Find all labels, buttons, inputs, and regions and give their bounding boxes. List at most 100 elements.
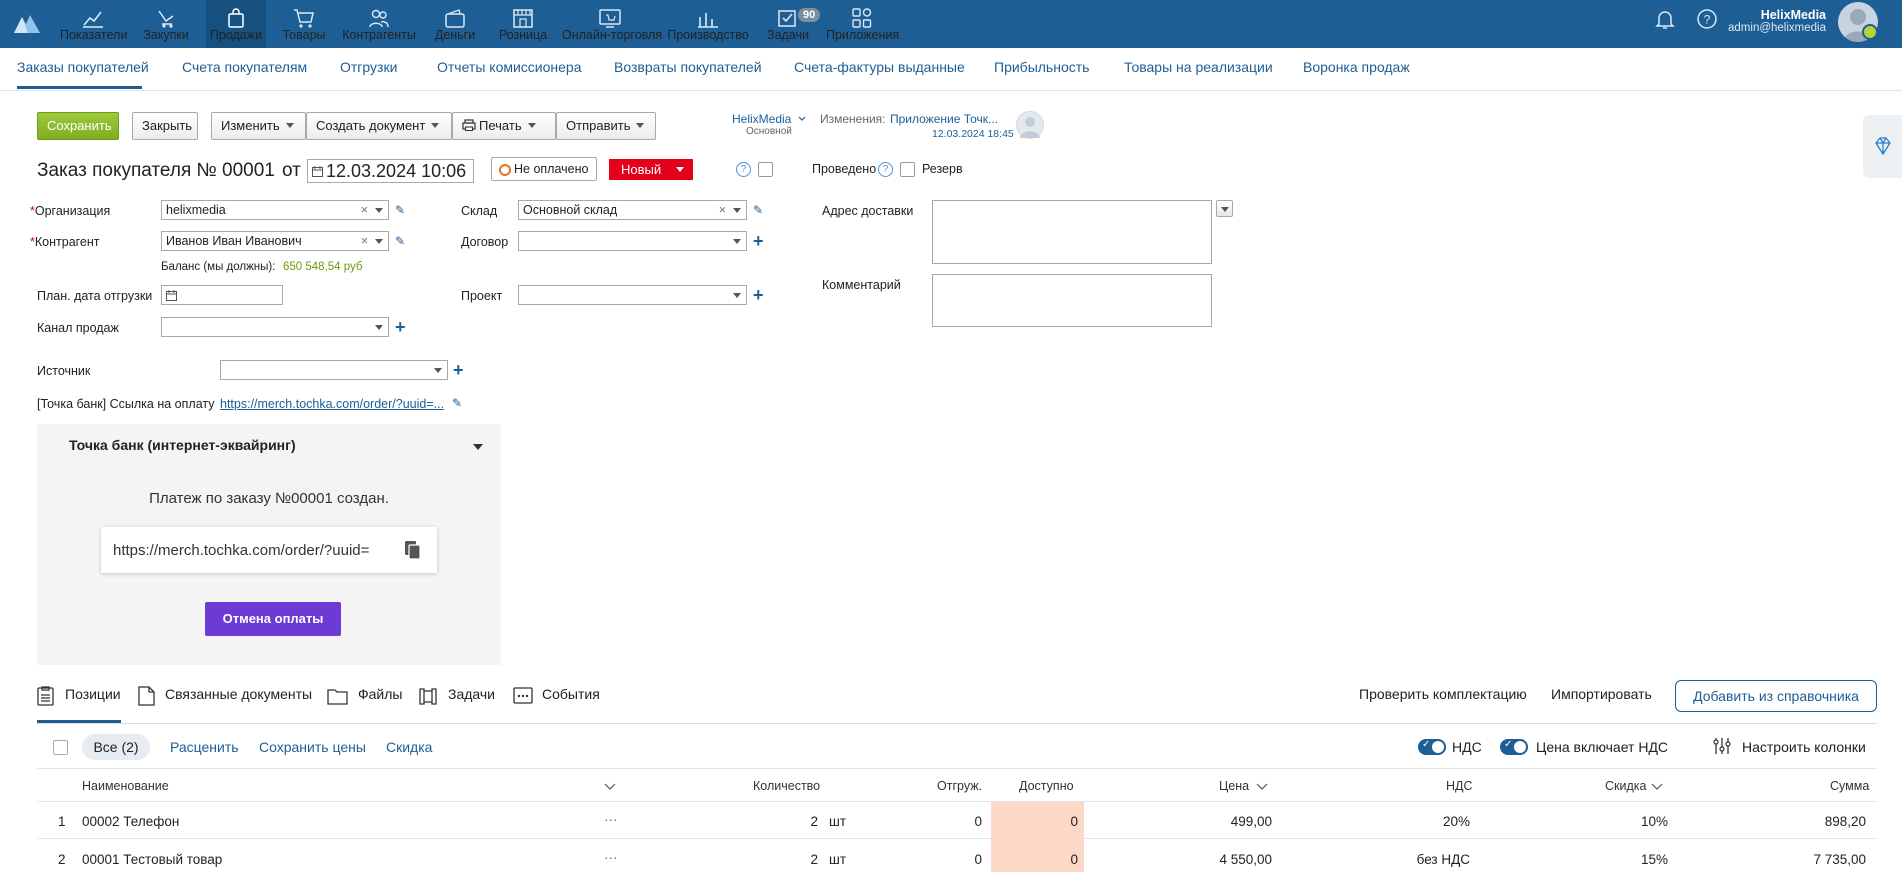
col-header-available[interactable]: Доступно	[1019, 779, 1074, 793]
address-expand-dropdown[interactable]	[1216, 200, 1233, 217]
widget-collapse-triangle-icon[interactable]	[473, 444, 483, 450]
chevron-down-icon[interactable]	[604, 783, 616, 791]
check-completeness-link[interactable]: Проверить комплектацию	[1359, 686, 1527, 702]
import-link[interactable]: Импортировать	[1551, 686, 1652, 702]
status-dropdown[interactable]: Новый	[609, 159, 693, 180]
row-product-link[interactable]: 00001 Тестовый товар	[82, 852, 222, 867]
row-price[interactable]: 499,00	[1170, 814, 1272, 829]
discount-link[interactable]: Скидка	[386, 739, 432, 755]
settings-sliders-icon[interactable]	[1712, 736, 1732, 756]
price-incl-vat-toggle[interactable]: ✓	[1500, 739, 1528, 755]
row-product-link[interactable]: 00002 Телефон	[82, 814, 179, 829]
edit-pencil-icon[interactable]: ✎	[452, 396, 462, 410]
add-plus-icon[interactable]: +	[753, 286, 764, 304]
save-prices-link[interactable]: Сохранить цены	[259, 739, 366, 755]
document-date-field[interactable]: 12.03.2024 10:06	[307, 159, 474, 183]
copy-icon[interactable]	[404, 540, 422, 560]
row-more-icon[interactable]: ···	[604, 850, 618, 865]
project-select[interactable]	[518, 285, 747, 305]
reprice-link[interactable]: Расценить	[170, 739, 239, 755]
cancel-payment-button[interactable]: Отмена оплаты	[205, 602, 341, 636]
edit-pencil-icon[interactable]: ✎	[395, 234, 405, 248]
address-textarea[interactable]	[932, 200, 1212, 264]
col-header-discount[interactable]: Скидка	[1605, 779, 1646, 793]
tab-positions[interactable]: Позиции	[65, 686, 121, 702]
col-header-price[interactable]: Цена	[1219, 779, 1249, 793]
close-button[interactable]: Закрыть	[132, 112, 198, 140]
changes-link[interactable]: Приложение Точк...	[890, 112, 998, 126]
chevron-down-icon[interactable]	[1256, 783, 1268, 791]
save-button[interactable]: Сохранить	[37, 112, 119, 140]
row-discount[interactable]: 15%	[1590, 852, 1668, 867]
tab-shipments[interactable]: Отгрузки	[340, 59, 397, 75]
col-header-shipped[interactable]: Отгруж.	[937, 779, 982, 793]
clear-icon[interactable]: ×	[719, 203, 726, 217]
nav-item-purchases[interactable]: Закупки	[136, 0, 196, 48]
add-plus-icon[interactable]: +	[395, 318, 406, 336]
owner-selector[interactable]: HelixMedia	[732, 112, 806, 126]
col-header-vat[interactable]: НДС	[1446, 779, 1473, 793]
send-dropdown-button[interactable]: Отправить	[556, 112, 656, 140]
col-header-sum[interactable]: Сумма	[1830, 779, 1869, 793]
select-all-checkbox[interactable]	[53, 740, 68, 755]
filter-all-pill[interactable]: Все (2)	[82, 734, 150, 760]
nav-item-production[interactable]: Производство	[666, 0, 750, 48]
nav-item-counterparties[interactable]: Контрагенты	[342, 0, 416, 48]
nav-item-apps[interactable]: Приложения	[826, 0, 899, 48]
tab-tasks[interactable]: Задачи	[448, 686, 495, 702]
widget-url-text[interactable]: https://merch.tochka.com/order/?uuid=	[113, 542, 397, 559]
tab-events[interactable]: События	[542, 686, 600, 702]
nav-item-goods[interactable]: Товары	[276, 0, 332, 48]
add-plus-icon[interactable]: +	[453, 361, 464, 379]
print-dropdown-button[interactable]: Печать	[452, 112, 556, 140]
source-select[interactable]	[220, 360, 448, 380]
ship-date-field[interactable]	[161, 285, 283, 305]
create-document-dropdown-button[interactable]: Создать документ	[306, 112, 452, 140]
tab-invoices-issued[interactable]: Счета-фактуры выданные	[794, 59, 965, 75]
nav-item-money[interactable]: Деньги	[426, 0, 484, 48]
tab-profitability[interactable]: Прибыльность	[994, 59, 1089, 75]
counterparty-select[interactable]: Иванов Иван Иванович ×	[161, 231, 389, 251]
document-number[interactable]: 00001	[222, 160, 275, 182]
contract-select[interactable]	[518, 231, 747, 251]
nav-item-sales[interactable]: Продажи	[206, 0, 266, 48]
tab-files[interactable]: Файлы	[358, 686, 402, 702]
chevron-down-icon[interactable]	[1651, 783, 1663, 791]
add-plus-icon[interactable]: +	[753, 232, 764, 250]
edit-pencil-icon[interactable]: ✎	[395, 203, 405, 217]
col-header-name[interactable]: Наименование	[82, 779, 169, 793]
tab-consignment-goods[interactable]: Товары на реализации	[1124, 59, 1273, 75]
add-from-catalog-button[interactable]: Добавить из справочника	[1675, 680, 1877, 712]
reserve-checkbox[interactable]	[900, 162, 915, 177]
tab-commission-reports[interactable]: Отчеты комиссионера	[437, 59, 582, 75]
row-vat[interactable]: без НДС	[1390, 852, 1470, 867]
edit-pencil-icon[interactable]: ✎	[753, 203, 763, 217]
row-quantity[interactable]: 2	[780, 814, 818, 829]
comment-textarea[interactable]	[932, 274, 1212, 327]
col-header-quantity[interactable]: Количество	[753, 779, 820, 793]
edit-dropdown-button[interactable]: Изменить	[211, 112, 306, 140]
sales-channel-select[interactable]	[161, 317, 389, 337]
side-panel-toggle[interactable]	[1863, 115, 1902, 178]
posted-checkbox[interactable]	[758, 162, 773, 177]
configure-columns-link[interactable]: Настроить колонки	[1742, 739, 1866, 755]
nav-item-indicators[interactable]: Показатели	[60, 0, 127, 48]
row-quantity[interactable]: 2	[780, 852, 818, 867]
posted-help-icon[interactable]: ?	[736, 162, 751, 177]
payment-status-badge[interactable]: Не оплачено	[491, 157, 597, 181]
user-name[interactable]: HelixMedia	[1761, 8, 1826, 22]
clear-icon[interactable]: ×	[361, 234, 368, 248]
nav-item-retail[interactable]: Розница	[494, 0, 552, 48]
help-circle-icon[interactable]: ?	[1696, 8, 1718, 30]
row-more-icon[interactable]: ···	[604, 812, 618, 827]
row-price[interactable]: 4 550,00	[1170, 852, 1272, 867]
tab-related-documents[interactable]: Связанные документы	[165, 686, 312, 702]
paylink-link[interactable]: https://merch.tochka.com/order/?uuid=...	[220, 397, 445, 411]
reserve-help-icon[interactable]: ?	[878, 162, 893, 177]
vat-toggle[interactable]: ✓	[1418, 739, 1446, 755]
warehouse-select[interactable]: Основной склад ×	[518, 200, 747, 220]
row-vat[interactable]: 20%	[1390, 814, 1470, 829]
tab-customer-invoices[interactable]: Счета покупателям	[182, 59, 307, 75]
tab-customer-orders[interactable]: Заказы покупателей	[17, 59, 149, 75]
row-discount[interactable]: 10%	[1590, 814, 1668, 829]
